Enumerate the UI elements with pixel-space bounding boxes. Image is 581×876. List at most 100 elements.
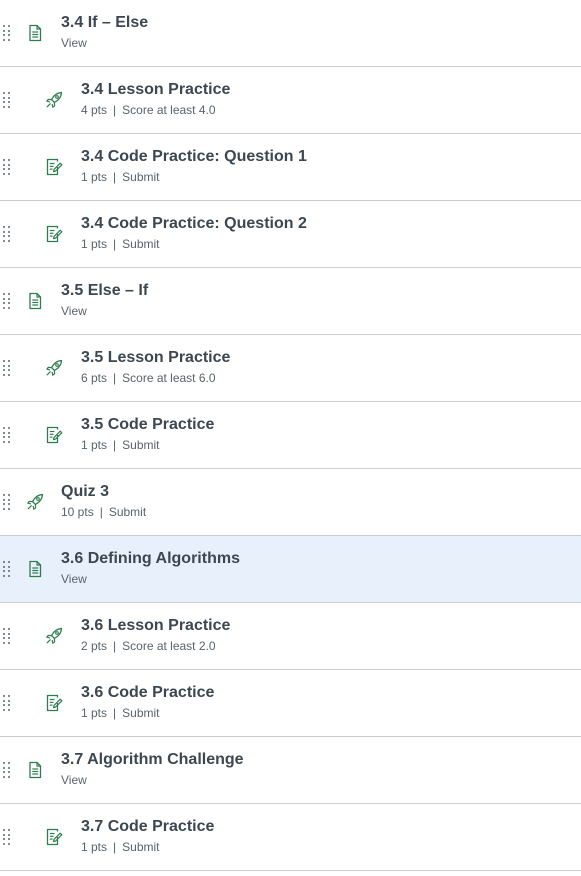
- drag-handle-icon[interactable]: [3, 293, 11, 309]
- assignment-icon: [45, 426, 63, 444]
- module-item-content: 3.7 Code Practice 1 pts | Submit: [81, 817, 214, 854]
- assignment-icon: [45, 225, 63, 243]
- drag-handle-icon[interactable]: [3, 226, 11, 242]
- module-item-content: 3.5 Code Practice 1 pts | Submit: [81, 415, 214, 452]
- meta-separator: |: [113, 237, 117, 251]
- module-item[interactable]: 3.4 If – Else View: [0, 0, 581, 67]
- module-item-meta-value: Submit: [122, 438, 160, 452]
- module-item-meta-value: View: [61, 572, 87, 586]
- module-item-meta-value: View: [61, 304, 87, 318]
- module-item-meta-value: View: [61, 773, 87, 787]
- module-item-meta-value: Submit: [122, 170, 160, 184]
- module-item-meta-value: Submit: [122, 706, 160, 720]
- meta-separator: |: [113, 639, 117, 653]
- module-item[interactable]: 3.4 Code Practice: Question 2 1 pts | Submi…: [0, 201, 581, 268]
- module-item-content: 3.7 Algorithm Challenge View: [61, 750, 244, 787]
- module-item-meta-value: 4 pts: [81, 103, 108, 117]
- module-item[interactable]: Quiz 3 10 pts | Submit: [0, 469, 581, 536]
- drag-handle-icon[interactable]: [3, 628, 11, 644]
- rocket-icon: [45, 359, 63, 377]
- module-item-meta-value: Score at least 6.0: [122, 371, 216, 385]
- module-item[interactable]: 3.5 Lesson Practice 6 pts | Score at least …: [0, 335, 581, 402]
- module-item-meta: View: [61, 572, 240, 586]
- drag-handle-icon[interactable]: [3, 25, 11, 41]
- drag-handle-icon[interactable]: [3, 829, 11, 845]
- module-item-meta-value: 1 pts: [81, 237, 108, 251]
- meta-separator: |: [113, 706, 117, 720]
- module-item-meta: 10 pts | Submit: [61, 505, 146, 519]
- module-item-content: Quiz 3 10 pts | Submit: [61, 482, 146, 519]
- module-item-title[interactable]: 3.7 Code Practice: [81, 817, 214, 837]
- module-item[interactable]: 3.6 Lesson Practice 2 pts | Score at least …: [0, 603, 581, 670]
- page-icon: [26, 761, 44, 779]
- module-item-meta: 1 pts | Submit: [81, 706, 214, 720]
- module-item-meta-value: View: [61, 36, 87, 50]
- assignment-icon: [45, 694, 63, 712]
- module-item-content: 3.6 Defining Algorithms View: [61, 549, 240, 586]
- rocket-icon: [26, 493, 44, 511]
- module-item-meta: 1 pts | Submit: [81, 170, 307, 184]
- module-item-meta-value: Submit: [122, 840, 160, 854]
- module-item-meta: View: [61, 304, 148, 318]
- module-item-title[interactable]: 3.6 Lesson Practice: [81, 616, 230, 636]
- module-item-title[interactable]: 3.6 Defining Algorithms: [61, 549, 240, 569]
- meta-separator: |: [113, 170, 117, 184]
- module-item[interactable]: 3.4 Code Practice: Question 1 1 pts | Submi…: [0, 134, 581, 201]
- module-item[interactable]: 3.4 Lesson Practice 4 pts | Score at least …: [0, 67, 581, 134]
- module-item-content: 3.4 If – Else View: [61, 13, 148, 50]
- module-item-meta-value: 2 pts: [81, 639, 108, 653]
- drag-handle-icon[interactable]: [3, 159, 11, 175]
- module-item-meta-value: 1 pts: [81, 840, 108, 854]
- module-item-meta-value: 10 pts: [61, 505, 94, 519]
- module-items-list: 3.4 If – Else View 3.4 Lesson Practice 4 pt…: [0, 0, 581, 871]
- drag-handle-icon[interactable]: [3, 494, 11, 510]
- module-item-title[interactable]: 3.5 Code Practice: [81, 415, 214, 435]
- module-item-content: 3.6 Code Practice 1 pts | Submit: [81, 683, 214, 720]
- module-item-meta: 1 pts | Submit: [81, 840, 214, 854]
- page-icon: [26, 560, 44, 578]
- module-item-meta-value: Score at least 2.0: [122, 639, 216, 653]
- module-item-content: 3.5 Lesson Practice 6 pts | Score at least …: [81, 348, 230, 385]
- drag-handle-icon[interactable]: [3, 695, 11, 711]
- module-item[interactable]: 3.5 Code Practice 1 pts | Submit: [0, 402, 581, 469]
- module-item-meta-value: 1 pts: [81, 706, 108, 720]
- meta-separator: |: [113, 438, 117, 452]
- meta-separator: |: [113, 371, 117, 385]
- module-item-title[interactable]: 3.5 Else – If: [61, 281, 148, 301]
- module-item-content: 3.5 Else – If View: [61, 281, 148, 318]
- module-item-title[interactable]: 3.4 Code Practice: Question 2: [81, 214, 307, 234]
- module-item-meta-value: Submit: [108, 505, 147, 519]
- meta-separator: |: [113, 840, 117, 854]
- module-item[interactable]: 3.6 Defining Algorithms View: [0, 536, 581, 603]
- module-item-title[interactable]: 3.4 If – Else: [61, 13, 148, 33]
- drag-handle-icon[interactable]: [3, 92, 11, 108]
- module-item-title[interactable]: 3.7 Algorithm Challenge: [61, 750, 244, 770]
- module-item-meta: View: [61, 773, 244, 787]
- module-item-meta-value: Score at least 4.0: [122, 103, 216, 117]
- module-item-meta: 1 pts | Submit: [81, 237, 307, 251]
- drag-handle-icon[interactable]: [3, 360, 11, 376]
- module-item-title[interactable]: 3.6 Code Practice: [81, 683, 214, 703]
- module-item[interactable]: 3.6 Code Practice 1 pts | Submit: [0, 670, 581, 737]
- drag-handle-icon[interactable]: [3, 561, 11, 577]
- module-item-meta-value: 6 pts: [81, 371, 108, 385]
- meta-separator: |: [99, 505, 103, 519]
- module-item-title[interactable]: 3.4 Lesson Practice: [81, 80, 230, 100]
- rocket-icon: [45, 91, 63, 109]
- module-item[interactable]: 3.5 Else – If View: [0, 268, 581, 335]
- module-item-meta: View: [61, 36, 148, 50]
- module-item-meta: 1 pts | Submit: [81, 438, 214, 452]
- module-item-title[interactable]: Quiz 3: [61, 482, 146, 502]
- module-item-title[interactable]: 3.4 Code Practice: Question 1: [81, 147, 307, 167]
- module-item-content: 3.4 Code Practice: Question 1 1 pts | Submi…: [81, 147, 307, 184]
- module-item-title[interactable]: 3.5 Lesson Practice: [81, 348, 230, 368]
- module-item-meta: 2 pts | Score at least 2.0: [81, 639, 230, 653]
- module-item-meta: 6 pts | Score at least 6.0: [81, 371, 230, 385]
- drag-handle-icon[interactable]: [3, 427, 11, 443]
- module-item-content: 3.4 Lesson Practice 4 pts | Score at least …: [81, 80, 230, 117]
- module-item[interactable]: 3.7 Code Practice 1 pts | Submit: [0, 804, 581, 871]
- drag-handle-icon[interactable]: [3, 762, 11, 778]
- rocket-icon: [45, 627, 63, 645]
- module-item-meta-value: 1 pts: [81, 438, 108, 452]
- module-item[interactable]: 3.7 Algorithm Challenge View: [0, 737, 581, 804]
